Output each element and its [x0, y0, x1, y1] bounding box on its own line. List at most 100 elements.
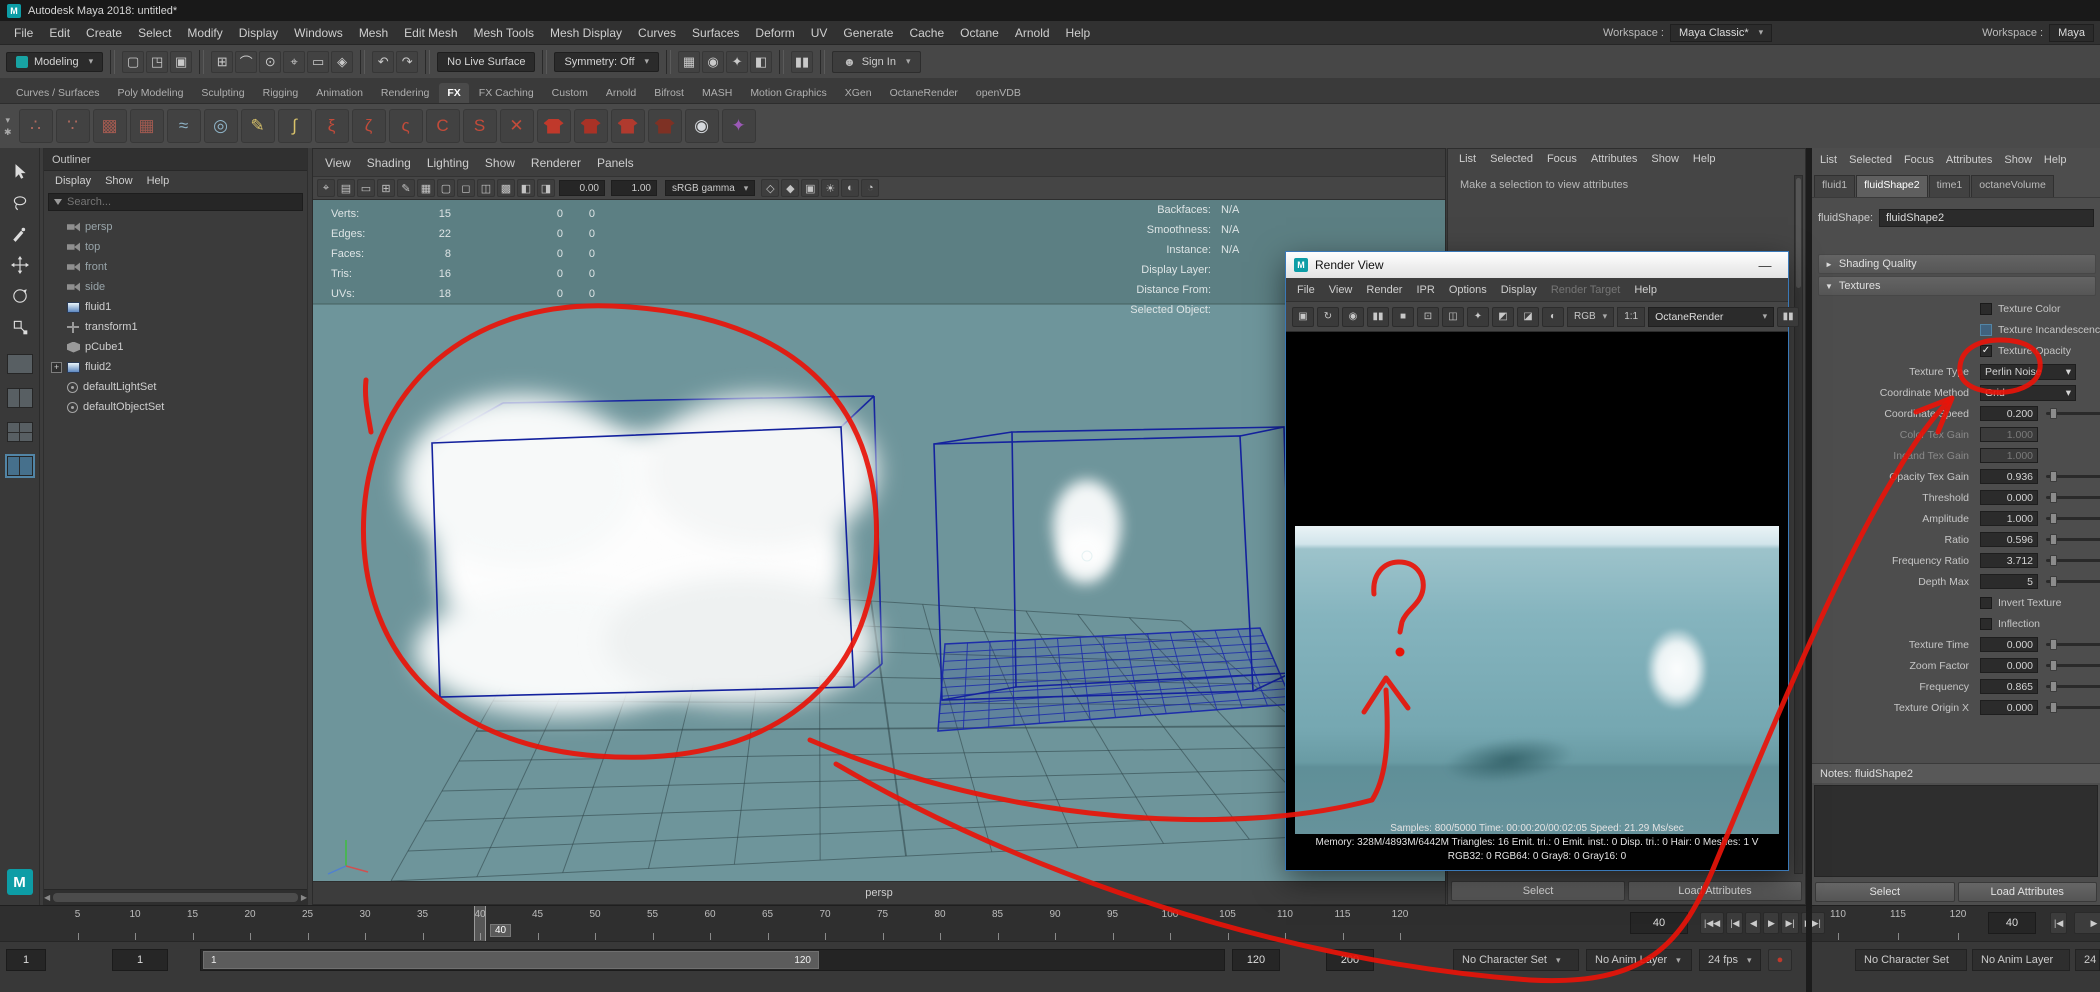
open-scene-icon[interactable]: ◳ [146, 50, 169, 73]
attr-menu-selected[interactable]: Selected [1843, 152, 1898, 168]
field-threshold[interactable]: 0.000 [1980, 490, 2038, 505]
play-forwards-button[interactable]: ▶ [2074, 912, 2100, 934]
outliner-menu-help[interactable]: Help [140, 173, 177, 189]
menu-display[interactable]: Display [231, 23, 286, 43]
nparticles-icon[interactable]: ∴ [18, 109, 53, 143]
shelf-tab-fx-caching[interactable]: FX Caching [471, 83, 542, 103]
make-object-live-icon[interactable]: ◈ [331, 50, 354, 73]
dropdown-coordinate-method[interactable]: Grid ▾ [1980, 384, 2076, 401]
slider-frequency-ratio[interactable] [2046, 555, 2100, 566]
outliner-item-top[interactable]: top [44, 237, 307, 257]
volume-sculpt-icon[interactable]: ✦ [721, 109, 756, 143]
move-tool-icon[interactable] [6, 251, 34, 278]
slider-handle[interactable] [2050, 492, 2057, 503]
viewport-menu-show[interactable]: Show [477, 153, 523, 173]
animation-start-field[interactable]: 1 [6, 949, 46, 971]
attr-tab-fluid1[interactable]: fluid1 [1814, 175, 1856, 197]
slider-depth-max[interactable] [2046, 576, 2100, 587]
minimize-icon[interactable]: — [1750, 258, 1780, 273]
nconstraint-component-icon[interactable]: C [425, 109, 460, 143]
viewport-menu-lighting[interactable]: Lighting [419, 153, 477, 173]
fps-dropdown[interactable]: 24 fps ▾ [1699, 949, 1761, 971]
display-rgb-channels-icon[interactable]: ◩ [1492, 306, 1514, 327]
attr-menu-list[interactable]: List [1452, 151, 1483, 167]
renderview-menu-render-target[interactable]: Render Target [1544, 282, 1628, 298]
scroll-right-icon[interactable]: ▶ [301, 893, 307, 902]
safe-title-icon[interactable]: ◨ [537, 179, 555, 197]
menu-octane[interactable]: Octane [952, 23, 1007, 43]
slider-texture-time[interactable] [2046, 639, 2100, 650]
select-button[interactable]: Select [1815, 882, 1955, 902]
menu-edit[interactable]: Edit [41, 23, 78, 43]
exposure-field[interactable]: 0.00 [559, 180, 605, 196]
time-slider-track[interactable]: 5 10 15 20 25 30 35 40 45 50 55 60 65 70 75 80 85 90 95 100… [0, 906, 1620, 942]
shelf-tab-fx[interactable]: FX [439, 83, 469, 103]
renderview-menu-file[interactable]: File [1290, 282, 1322, 298]
go-to-start-button[interactable]: |◀◀ [1700, 912, 1725, 934]
outliner-menu-display[interactable]: Display [48, 173, 98, 189]
slider-texture-origin-x[interactable] [2046, 702, 2100, 713]
character-set-dropdown-window2[interactable]: No Character Set [1855, 949, 1967, 971]
anim-layer-dropdown[interactable]: No Anim Layer ▾ [1586, 949, 1692, 971]
region-render-icon[interactable]: ⊡ [1417, 306, 1439, 327]
redo-previous-render-icon[interactable]: ↻ [1317, 306, 1339, 327]
film-gate-icon[interactable]: ▢ [437, 179, 455, 197]
play-forwards-button[interactable]: ▶ [1763, 912, 1780, 934]
camera-attributes-icon[interactable]: ⌖ [317, 179, 335, 197]
checkbox-texture-incandescence[interactable] [1980, 323, 1992, 336]
attr-menu-focus[interactable]: Focus [1898, 152, 1940, 168]
section-textures[interactable]: ▼ Textures [1818, 276, 2096, 296]
load-attributes-button[interactable]: Load Attributes [1957, 882, 2097, 902]
wireframe-mode-icon[interactable]: ◇ [761, 179, 780, 197]
outliner-menu-show[interactable]: Show [98, 173, 140, 189]
menu-mesh-display[interactable]: Mesh Display [542, 23, 630, 43]
attr-menu-focus[interactable]: Focus [1540, 151, 1584, 167]
checkbox-texture-opacity[interactable]: ✓ [1980, 344, 1992, 357]
slider-handle[interactable] [2050, 660, 2057, 671]
slider-amplitude[interactable] [2046, 513, 2100, 524]
shelf-tab-xgen[interactable]: XGen [837, 83, 880, 103]
outliner-item-fluid1[interactable]: fluid1 [44, 297, 307, 317]
ncloth-rest-shape-icon[interactable] [647, 109, 682, 143]
shelf-tab-menu-icon[interactable]: ▾ [4, 115, 12, 126]
pause-render-icon[interactable]: ▮▮ [1777, 306, 1800, 327]
textured-mode-icon[interactable]: ▣ [801, 179, 820, 197]
notes-header[interactable]: Notes: fluidShape2 [1812, 763, 2100, 783]
slider-handle[interactable] [2050, 513, 2057, 524]
renderview-menu-view[interactable]: View [1322, 282, 1360, 298]
workspace-dropdown[interactable]: Maya [2049, 23, 2094, 42]
scroll-left-icon[interactable]: ◀ [44, 893, 50, 902]
field-opacity-tex-gain[interactable]: 0.936 [1980, 469, 2038, 484]
gate-mask-icon[interactable]: ◫ [477, 179, 495, 197]
slider-handle[interactable] [2050, 408, 2057, 419]
field-ratio[interactable]: 0.596 [1980, 532, 2038, 547]
step-forward-frame-button[interactable]: ▶| [1781, 912, 1799, 934]
viewport-menu-view[interactable]: View [317, 153, 359, 173]
workspace-dropdown[interactable]: Maya Classic* ▾ [1669, 23, 1773, 42]
slider-handle[interactable] [2050, 576, 2057, 587]
menu-curves[interactable]: Curves [630, 23, 684, 43]
new-scene-icon[interactable]: ▢ [122, 50, 145, 73]
slider-handle[interactable] [2050, 702, 2057, 713]
anim-layer-dropdown-window2[interactable]: No Anim Layer [1972, 949, 2070, 971]
render-settings-icon[interactable]: ✦ [726, 50, 749, 73]
shelf-tab-poly-modeling[interactable]: Poly Modeling [109, 83, 191, 103]
load-attributes-button[interactable]: Load Attributes [1628, 881, 1802, 901]
image-plane-icon[interactable]: ▭ [357, 179, 375, 197]
outliner-item-fluid2[interactable]: + fluid2 [44, 357, 307, 377]
ipr-render-icon[interactable]: ◉ [1342, 306, 1364, 327]
launch-render-view-icon[interactable]: ◧ [750, 50, 773, 73]
slider-frequency[interactable] [2046, 681, 2100, 692]
shadows-toggle-icon[interactable]: ◐ [841, 179, 860, 197]
shaded-mode-icon[interactable]: ◆ [781, 179, 800, 197]
snapshot-icon[interactable]: ◫ [1442, 306, 1464, 327]
fluid-container-2d-icon[interactable]: ▦ [129, 109, 164, 143]
field-amplitude[interactable]: 1.000 [1980, 511, 2038, 526]
gamma-field[interactable]: 1.00 [611, 180, 657, 196]
checkbox-invert-texture[interactable] [1980, 596, 1992, 609]
slider-zoom-factor[interactable] [2046, 660, 2100, 671]
field-zoom-factor[interactable]: 0.000 [1980, 658, 2038, 673]
fps-dropdown-window2[interactable]: 24 [2075, 949, 2100, 971]
grease-pencil-icon[interactable]: ✎ [397, 179, 415, 197]
animation-end-field[interactable]: 200 [1326, 949, 1374, 971]
